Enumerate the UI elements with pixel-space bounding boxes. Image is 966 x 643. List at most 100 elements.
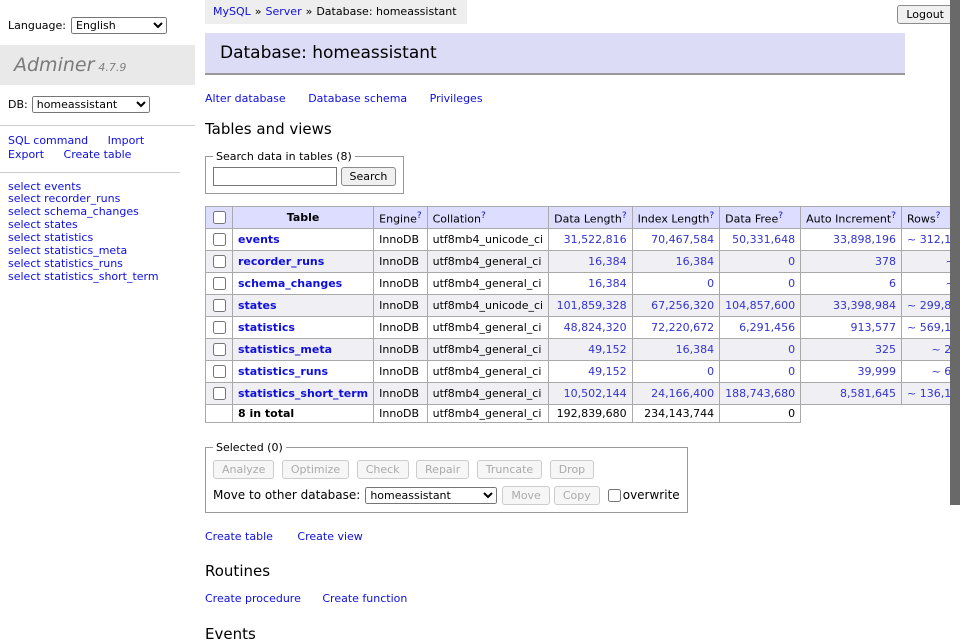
db-label: DB: [8, 98, 28, 111]
main-content: MySQL»Server»Database: homeassistant Dat… [205, 0, 905, 643]
table-name-cell: schema_changes [233, 273, 374, 295]
row-checkbox[interactable] [213, 299, 226, 312]
row-checkbox[interactable] [213, 233, 226, 246]
breadcrumb-link-mysql[interactable]: MySQL [213, 5, 251, 18]
database-schema-link[interactable]: Database schema [308, 92, 407, 105]
move-db-select[interactable]: homeassistant [365, 487, 497, 504]
select-all-header-cell [206, 207, 233, 229]
collation-cell: utf8mb4_general_ci [427, 383, 548, 405]
auto-increment-cell: 6 [801, 273, 902, 295]
app-version[interactable]: 4.7.9 [98, 61, 126, 74]
sidebar-link-create-table[interactable]: Create table [64, 148, 132, 161]
column-header-table: Table [233, 207, 374, 229]
column-help-sup: ? [891, 210, 896, 221]
breadcrumb-link-server[interactable]: Server [266, 5, 302, 18]
selected-buttons-row: Analyze Optimize Check Repair Truncate D… [213, 460, 680, 479]
index-length-cell: 0 [632, 361, 720, 383]
row-checkbox[interactable] [213, 387, 226, 400]
data-length-cell: 49,152 [549, 339, 632, 361]
data-free-cell: 0 [720, 361, 801, 383]
create-table-link[interactable]: Create table [205, 530, 273, 543]
optimize-button[interactable]: Optimize [282, 460, 349, 479]
column-help-link[interactable]: ? [481, 211, 486, 221]
table-row: statisticsInnoDButf8mb4_general_ci48,824… [206, 317, 966, 339]
sidebar-item-select-statistics-runs[interactable]: select statistics_runs [8, 258, 187, 271]
data-length-cell: 48,824,320 [549, 317, 632, 339]
table-name-link[interactable]: states [238, 299, 277, 312]
row-checkbox-cell [206, 251, 233, 273]
row-checkbox[interactable] [213, 365, 226, 378]
sidebar-link-export[interactable]: Export [8, 148, 44, 161]
db-select[interactable]: homeassistant [32, 96, 150, 113]
overwrite-checkbox[interactable] [608, 489, 621, 502]
table-name-cell: statistics_meta [233, 339, 374, 361]
table-name-link[interactable]: statistics_runs [238, 365, 328, 378]
table-name-cell: recorder_runs [233, 251, 374, 273]
table-name-link[interactable]: statistics_meta [238, 343, 332, 356]
column-help-sup: ? [936, 210, 941, 221]
db-selector-row: DB: homeassistant [0, 85, 195, 126]
row-checkbox[interactable] [213, 277, 226, 290]
privileges-link[interactable]: Privileges [430, 92, 483, 105]
table-name-link[interactable]: statistics [238, 321, 295, 334]
vertical-scrollbar-thumb[interactable] [950, 0, 960, 505]
truncate-button[interactable]: Truncate [477, 460, 542, 479]
row-checkbox-cell [206, 273, 233, 295]
column-help-link[interactable]: ? [622, 211, 627, 221]
data-free-cell: 0 [720, 273, 801, 295]
select-all-checkbox[interactable] [213, 211, 226, 224]
collation-cell: utf8mb4_general_ci [427, 361, 548, 383]
breadcrumb-current: Database: homeassistant [316, 5, 456, 18]
column-help-link[interactable]: ? [778, 211, 783, 221]
row-checkbox[interactable] [213, 343, 226, 356]
row-checkbox[interactable] [213, 321, 226, 334]
copy-button[interactable]: Copy [554, 486, 600, 505]
total-empty-cell [206, 405, 233, 423]
table-name-link[interactable]: events [238, 233, 280, 246]
create-function-link[interactable]: Create function [322, 592, 407, 605]
move-button[interactable]: Move [502, 486, 550, 505]
create-view-link[interactable]: Create view [297, 530, 362, 543]
column-help-link[interactable]: ? [417, 211, 422, 221]
repair-button[interactable]: Repair [416, 460, 469, 479]
column-help-link[interactable]: ? [936, 211, 941, 221]
sidebar-link-sql-command[interactable]: SQL command [8, 134, 88, 147]
collation-cell: utf8mb4_unicode_ci [427, 229, 548, 251]
table-name-cell: statistics_short_term [233, 383, 374, 405]
column-help-sup: ? [778, 210, 783, 221]
breadcrumb: MySQL»Server»Database: homeassistant [205, 0, 467, 24]
sidebar-item-select-statistics-meta[interactable]: select statistics_meta [8, 245, 187, 258]
table-name-link[interactable]: statistics_short_term [238, 387, 368, 400]
row-checkbox[interactable] [213, 255, 226, 268]
sidebar-item-select-statistics[interactable]: select statistics [8, 232, 187, 245]
table-name-link[interactable]: recorder_runs [238, 255, 324, 268]
sidebar-item-select-statistics-short-term[interactable]: select statistics_short_term [8, 271, 187, 284]
breadcrumb-separator: » [255, 5, 262, 18]
column-header-label: Auto Increment [806, 213, 891, 226]
column-help-link[interactable]: ? [709, 211, 714, 221]
data-free-cell: 104,857,600 [720, 295, 801, 317]
sidebar-table-links: select events select recorder_runs selec… [0, 173, 195, 292]
collation-cell: utf8mb4_unicode_ci [427, 295, 548, 317]
total-engine-cell: InnoDB [374, 405, 427, 423]
create-procedure-link[interactable]: Create procedure [205, 592, 301, 605]
sidebar-link-import[interactable]: Import [108, 134, 145, 147]
search-input[interactable] [213, 167, 337, 186]
create-links-row: Create table Create view [205, 530, 905, 543]
data-length-cell: 101,859,328 [549, 295, 632, 317]
search-button[interactable]: Search [341, 167, 397, 186]
engine-cell: InnoDB [374, 383, 427, 405]
drop-button[interactable]: Drop [550, 460, 594, 479]
check-button[interactable]: Check [357, 460, 409, 479]
column-help-link[interactable]: ? [891, 211, 896, 221]
auto-increment-cell: 8,581,645 [801, 383, 902, 405]
auto-increment-cell: 33,398,984 [801, 295, 902, 317]
sidebar: Language:English Adminer4.7.9 DB:homeass… [0, 0, 195, 291]
language-select[interactable]: English [71, 17, 167, 34]
column-header-data-free: Data Free? [720, 207, 801, 229]
analyze-button[interactable]: Analyze [213, 460, 274, 479]
engine-cell: InnoDB [374, 361, 427, 383]
logout-button[interactable]: Logout [897, 5, 953, 24]
alter-database-link[interactable]: Alter database [205, 92, 286, 105]
table-name-link[interactable]: schema_changes [238, 277, 342, 290]
